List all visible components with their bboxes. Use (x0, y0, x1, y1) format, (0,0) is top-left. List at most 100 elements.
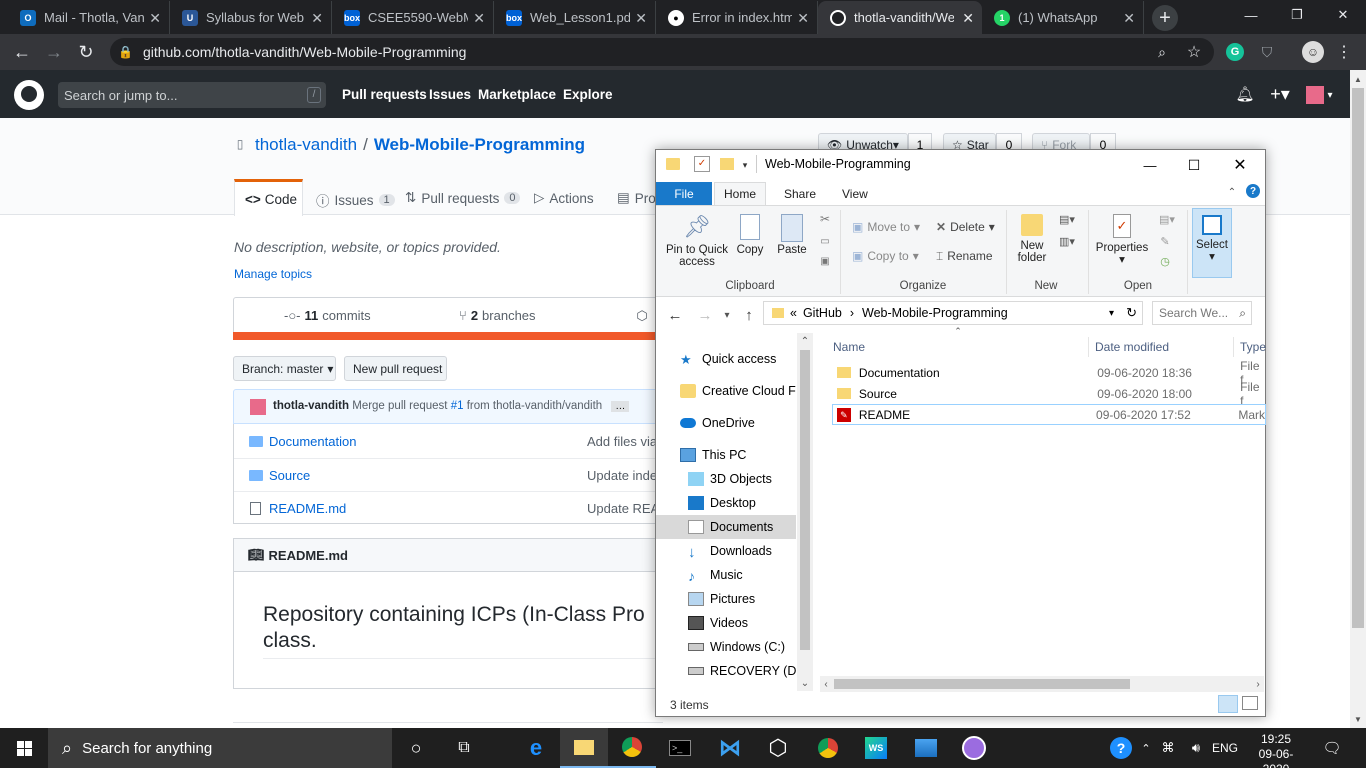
nav-pictures[interactable]: Pictures (656, 587, 796, 611)
back-icon[interactable]: ← (10, 40, 34, 64)
file-row[interactable]: Source Update inde (234, 458, 663, 491)
copy-to-button[interactable]: ▣ Copy to ▾ (852, 249, 919, 263)
close-icon[interactable]: ✕ (311, 10, 323, 27)
browser-tab[interactable]: USyllabus for Web and✕ (170, 1, 332, 34)
customize-toolbar-icon[interactable]: ▾ (740, 158, 750, 172)
details-view-icon[interactable] (1218, 695, 1238, 713)
new-folder-button[interactable]: New folder (1014, 214, 1050, 264)
plus-dropdown-icon[interactable]: +▾ (1266, 84, 1294, 104)
new-tab-button[interactable]: + (1152, 5, 1178, 31)
nav-windows-c[interactable]: Windows (C:) (656, 635, 796, 659)
close-icon[interactable]: ✕ (1123, 10, 1135, 27)
file-explorer-icon[interactable] (560, 728, 608, 768)
address-bar[interactable]: 🔒 github.com/thotla-vandith/Web-Mobile-P… (110, 38, 1214, 66)
nav-creative-cloud[interactable]: Creative Cloud Fil (656, 379, 796, 403)
column-date[interactable]: Date modified (1089, 340, 1233, 354)
easy-access-icon[interactable]: ▥▾ (1056, 234, 1078, 248)
scroll-left-icon[interactable]: ‹ (820, 676, 832, 692)
github-search-input[interactable]: Search or jump to... / (58, 82, 326, 108)
3d-viewer-icon[interactable]: ⬡ (754, 728, 802, 768)
file-row[interactable]: Documentation 09-06-2020 18:36 File f (832, 359, 1266, 387)
bookmark-star-icon[interactable]: ☆ (1184, 42, 1204, 62)
network-icon[interactable]: ⌘ (1160, 740, 1176, 756)
cortana-icon[interactable]: ○ (392, 728, 440, 768)
scroll-down-icon[interactable]: ▼ (1350, 712, 1366, 726)
nav-documents[interactable]: Documents (656, 515, 796, 539)
branch-select[interactable]: Branch: master ▾ (233, 356, 336, 381)
tab-issues[interactable]: ⓘ Issues 1 (316, 190, 395, 210)
close-icon[interactable]: ✕ (635, 10, 647, 27)
delete-button[interactable]: ✕ Delete ▾ (936, 220, 995, 234)
commits-link[interactable]: -○- 11 commits (284, 308, 371, 323)
grammarly-icon[interactable]: G (1226, 43, 1244, 61)
repo-owner-link[interactable]: thotla-vandith (255, 135, 357, 155)
pin-quick-access-button[interactable]: 📌︎ Pin to Quick access (662, 214, 732, 268)
repo-name-link[interactable]: Web-Mobile-Programming (374, 135, 585, 155)
horizontal-scrollbar-thumb[interactable] (834, 679, 1130, 689)
zoom-icon[interactable]: ⌕ (1152, 42, 1172, 62)
search-input[interactable]: Search We... ⌕ (1152, 301, 1252, 325)
bell-icon[interactable]: 🔔︎ (1235, 85, 1254, 103)
edit-icon[interactable]: ✎ (1156, 234, 1174, 248)
browser-tab[interactable]: boxCSEE5590-WebMobile✕ (332, 1, 494, 34)
close-icon[interactable]: ✕ (1220, 152, 1260, 178)
browser-tab-active[interactable]: thotla-vandith/Web-Mo✕ (818, 1, 982, 34)
nav-onedrive[interactable]: OneDrive (656, 411, 796, 435)
branches-link[interactable]: ⑂ 2 branches (459, 308, 536, 323)
nav-music[interactable]: ♪ Music (656, 563, 796, 587)
recent-locations-icon[interactable]: ▾ (720, 306, 734, 324)
nav-recovery-d[interactable]: RECOVERY (D:) (656, 659, 796, 683)
chrome-icon[interactable] (608, 728, 656, 768)
browser-tab[interactable]: ● Error in index.html ✕ (656, 1, 818, 34)
up-icon[interactable]: ↑ (740, 306, 758, 324)
collapse-ribbon-icon[interactable]: ⌃ (1226, 186, 1238, 198)
paste-shortcut-icon[interactable]: ▣ (818, 254, 832, 268)
back-icon[interactable]: ← (666, 306, 684, 324)
ribbon-tab-home[interactable]: Home (714, 182, 766, 205)
properties-button[interactable]: ✓ Properties ▾ (1092, 214, 1152, 266)
terminal-icon[interactable]: >_ (656, 728, 704, 768)
copy-button[interactable]: Copy (734, 214, 766, 256)
copy-path-icon[interactable]: ▭ (818, 234, 832, 248)
scroll-up-icon[interactable]: ⌃ (797, 335, 813, 347)
github-logo-icon[interactable] (14, 80, 44, 110)
cut-icon[interactable]: ✂ (818, 212, 832, 226)
history-icon[interactable]: ◷ (1156, 254, 1174, 268)
file-row[interactable]: Documentation Add files via (234, 425, 663, 458)
open-icon[interactable]: ▤▾ (1156, 212, 1178, 226)
nav-downloads[interactable]: ↓ Downloads (656, 539, 796, 563)
ribbon-tab-view[interactable]: View (842, 182, 868, 205)
forward-icon[interactable]: → (696, 306, 714, 324)
new-folder-quick-icon[interactable] (720, 158, 734, 170)
edge-icon[interactable]: e (512, 728, 560, 768)
tab-code[interactable]: <> Code (234, 179, 303, 216)
ribbon-tab-file[interactable]: File (656, 182, 712, 205)
maximize-icon[interactable]: ☐ (1174, 152, 1214, 178)
file-row-focused[interactable]: ✎ README 09-06-2020 17:52 Mark (832, 404, 1266, 425)
nav-scrollbar-thumb[interactable] (800, 350, 810, 650)
nav-pull-requests[interactable]: Pull requests (342, 87, 427, 102)
browser-tab[interactable]: OMail - Thotla, Vandith✕ (8, 1, 170, 34)
close-window-icon[interactable]: ✕ (1320, 0, 1366, 30)
paste-button[interactable]: Paste (774, 214, 810, 256)
help-icon[interactable]: ? (1246, 184, 1260, 198)
large-icons-view-icon[interactable] (1242, 696, 1258, 710)
user-avatar[interactable] (1306, 86, 1324, 104)
refresh-icon[interactable]: ↻ (1126, 305, 1137, 321)
rename-button[interactable]: ⌶ Rename (936, 249, 993, 264)
browser-tab[interactable]: boxWeb_Lesson1.pdf | Pow✕ (494, 1, 656, 34)
nav-this-pc[interactable]: This PC (656, 443, 796, 467)
nav-issues[interactable]: Issues (429, 87, 471, 102)
windows-start-button[interactable] (0, 728, 48, 768)
maximize-icon[interactable]: ❐ (1274, 0, 1320, 30)
help-tray-icon[interactable]: ? (1110, 737, 1132, 759)
taskbar-search-box[interactable]: ⌕ Search for anything (48, 728, 392, 768)
column-type[interactable]: Type (1234, 340, 1266, 354)
forward-icon[interactable]: → (42, 40, 66, 64)
close-icon[interactable]: ✕ (473, 10, 485, 27)
nav-explore[interactable]: Explore (563, 87, 613, 102)
language-indicator[interactable]: ENG (1212, 741, 1238, 755)
close-icon[interactable]: ✕ (149, 10, 161, 27)
shield-extension-icon[interactable]: ⛉ (1258, 43, 1276, 61)
minimize-icon[interactable]: — (1228, 0, 1274, 30)
